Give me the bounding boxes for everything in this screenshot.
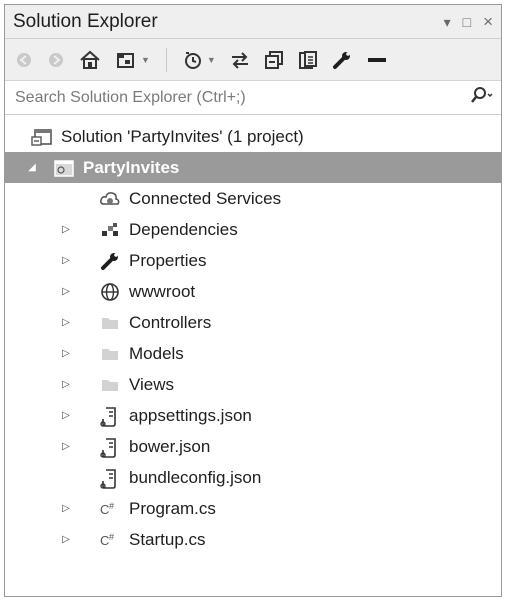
search-icon[interactable] [471,86,493,109]
panel-title-bar: Solution Explorer ▾ □ × [5,5,501,39]
collapsed-arrow-icon[interactable]: ▷ [59,348,73,359]
tree-item-label: Startup.cs [129,529,206,549]
toolbar-separator [165,47,167,72]
tree-item-dependencies[interactable]: ▷ Dependencies [5,214,501,245]
properties-button[interactable] [332,50,352,70]
connected-services-icon [99,189,121,209]
tree-item-label: Views [129,374,175,394]
tree-item-label: Dependencies [129,219,238,239]
tree-item-label: Program.cs [129,498,216,518]
folder-icon [99,344,121,364]
tree-item-bower-json[interactable]: ▷ bower.json [5,431,501,462]
wrench-icon [99,251,121,271]
back-arrow-icon [17,52,31,67]
csharp-file-icon: C # [99,530,121,550]
home-icon [80,50,100,69]
show-all-files-button[interactable] [298,50,318,70]
switch-views-button[interactable]: ▼ [115,50,150,70]
collapsed-arrow-icon[interactable]: ▷ [59,286,73,297]
csharp-file-icon: C # [99,499,121,519]
tree-item-label: Connected Services [129,188,282,208]
svg-text:#: # [109,501,114,511]
explorer-toolbar: ▼ ▼ [5,39,501,81]
web-project-icon [53,158,75,178]
globe-icon [99,282,121,302]
close-icon[interactable]: × [483,13,493,30]
search-bar [5,81,501,115]
pin-icon [367,57,386,62]
solution-icon [31,127,53,147]
tree-item-label: Properties [129,250,207,270]
tree-item-controllers[interactable]: ▷ Controllers [5,307,501,338]
tree-item-label: appsettings.json [129,405,252,425]
collapsed-arrow-icon[interactable]: ▷ [59,224,73,235]
collapsed-arrow-icon[interactable]: ▷ [59,317,73,328]
tree-item-label: Models [129,343,184,363]
show-all-files-icon [298,50,317,69]
tree-item-program-cs[interactable]: ▷ C # Program.cs [5,493,501,524]
tree-solution-node[interactable]: Solution 'PartyInvites' (1 project) [5,121,501,152]
window-position-dropdown-icon[interactable]: ▾ [444,15,451,29]
tree-item-label: bower.json [129,436,211,456]
maximize-icon[interactable]: □ [463,15,471,29]
tree-item-startup-cs[interactable]: ▷ C # Startup.cs [5,524,501,555]
home-button[interactable] [79,50,101,70]
back-button[interactable] [15,51,33,69]
clock-icon [184,51,201,69]
tree-item-label: bundleconfig.json [129,467,262,487]
tree-item-models[interactable]: ▷ Models [5,338,501,369]
svg-text:#: # [109,532,114,542]
forward-button[interactable] [47,51,65,69]
folder-icon [99,375,121,395]
collapsed-arrow-icon[interactable]: ▷ [59,534,73,545]
tree-item-properties[interactable]: ▷ Properties [5,245,501,276]
sync-arrows-icon [231,51,248,69]
solution-tree: Solution 'PartyInvites' (1 project) ◢ Pa… [5,115,501,555]
tree-item-views[interactable]: ▷ Views [5,369,501,400]
solution-explorer-panel: Solution Explorer ▾ □ × ▼ ▼ Search Solut… [4,4,502,597]
search-input[interactable] [13,87,465,108]
collapsed-arrow-icon[interactable]: ▷ [59,410,73,421]
tree-item-bundleconfig-json[interactable]: bundleconfig.json [5,462,501,493]
collapse-all-button[interactable] [264,50,284,70]
collapsed-arrow-icon[interactable]: ▷ [59,503,73,514]
solution-label: Solution 'PartyInvites' (1 project) [61,126,304,146]
expanded-arrow-icon[interactable]: ◢ [25,162,39,173]
svg-text:C: C [100,502,109,517]
tree-item-appsettings-json[interactable]: ▷ appsettings.json [5,400,501,431]
collapse-all-icon [264,50,283,69]
chevron-down-icon[interactable]: ▼ [141,55,150,65]
folder-icon [99,313,121,333]
panel-title: Solution Explorer [13,10,158,32]
sync-with-active-document-button[interactable] [230,51,250,69]
forward-arrow-icon [49,52,63,67]
project-label: PartyInvites [83,157,180,177]
window-controls: ▾ □ × [444,13,493,30]
tree-project-node[interactable]: ◢ PartyInvites [5,152,501,183]
tree-item-label: wwwroot [129,281,196,301]
wrench-icon [332,51,350,69]
pending-changes-filter-button[interactable]: ▼ [183,50,216,70]
collapsed-arrow-icon[interactable]: ▷ [59,255,73,266]
json-file-icon [99,406,121,427]
tree-item-connected-services[interactable]: Connected Services [5,183,501,214]
json-file-icon [99,468,121,489]
dependencies-icon [99,220,121,240]
svg-text:C: C [100,533,109,548]
tree-item-label: Controllers [129,312,212,332]
json-file-icon [99,437,121,458]
collapsed-arrow-icon[interactable]: ▷ [59,379,73,390]
preview-selected-items-button[interactable] [366,53,388,67]
tree-item-wwwroot[interactable]: ▷ wwwroot [5,276,501,307]
collapsed-arrow-icon[interactable]: ▷ [59,441,73,452]
chevron-down-icon[interactable]: ▼ [207,55,216,65]
switch-views-icon [117,52,134,68]
